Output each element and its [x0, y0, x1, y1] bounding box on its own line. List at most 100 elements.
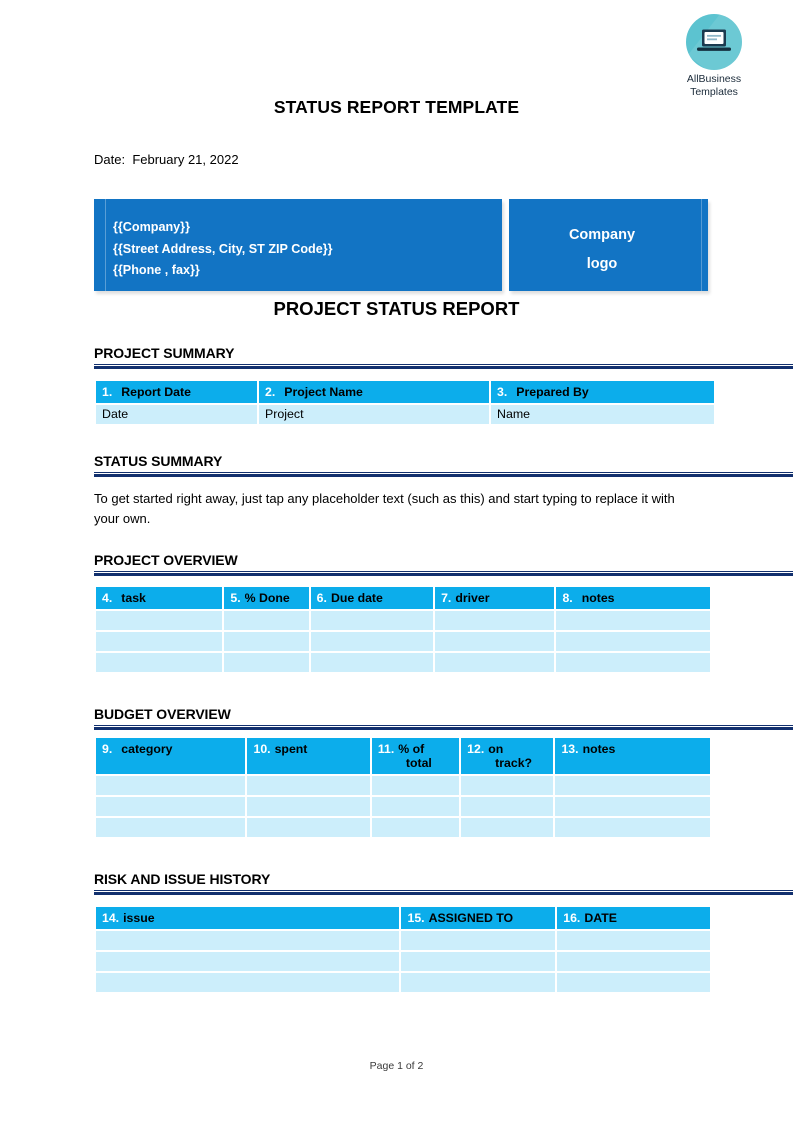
col-label-line2: total: [405, 756, 432, 770]
cell-percent-done[interactable]: [224, 632, 309, 651]
col-header-spent: 10. spent: [247, 738, 370, 774]
table-row: [96, 818, 710, 837]
section-title-project-summary: PROJECT SUMMARY: [94, 345, 235, 361]
cell-task[interactable]: [96, 653, 223, 672]
col-number: 3.: [497, 385, 508, 399]
cell-on-track[interactable]: [461, 776, 554, 795]
cell-notes[interactable]: [556, 653, 710, 672]
company-info-box[interactable]: {{Company}} {{Street Address, City, ST Z…: [94, 199, 502, 291]
col-number: 2.: [265, 385, 276, 399]
col-number: 11.: [377, 742, 395, 756]
project-summary-table: 1. Report Date 2. Project Name 3. Prepared …: [94, 379, 716, 426]
section-project-overview: PROJECT OVERVIEW: [94, 552, 793, 576]
table-row: [96, 797, 710, 816]
project-overview-table: 4. task 5.% Done 6. Due date 7. driver 8. no…: [94, 585, 712, 674]
cell-percent-of-total[interactable]: [371, 797, 460, 816]
col-number: 4.: [102, 591, 113, 605]
col-header-due-date: 6. Due date: [310, 587, 434, 609]
section-project-summary: PROJECT SUMMARY: [94, 345, 793, 369]
budget-overview-table: 9. category 10. spent 11.% of total 12. on tr…: [94, 736, 712, 839]
cell-due-date[interactable]: [310, 632, 434, 651]
col-label: driver: [455, 591, 490, 605]
cell-task[interactable]: [96, 632, 223, 651]
company-info-text: {{Company}} {{Street Address, City, ST Z…: [113, 217, 333, 282]
cell-date[interactable]: [557, 973, 710, 992]
cell-issue[interactable]: [96, 973, 400, 992]
col-number: 10.: [253, 742, 271, 756]
status-summary-text[interactable]: To get started right away, just tap any …: [94, 489, 702, 529]
col-label: % Done: [244, 591, 290, 605]
cell-due-date[interactable]: [310, 653, 434, 672]
col-header-assigned-to: 15. ASSIGNED TO: [401, 907, 556, 929]
cell-driver[interactable]: [435, 653, 555, 672]
cell-on-track[interactable]: [461, 818, 554, 837]
cell-spent[interactable]: [247, 776, 370, 795]
cell-date[interactable]: [557, 931, 710, 950]
col-number: 8.: [562, 591, 573, 605]
col-header-percent-of-total: 11.% of total: [371, 738, 460, 774]
cell-project-name[interactable]: Project: [259, 405, 489, 424]
company-logo-text: Company logo: [509, 221, 695, 279]
section-rule: [94, 571, 793, 576]
col-header-notes: 8. notes: [556, 587, 710, 609]
cell-on-track[interactable]: [461, 797, 554, 816]
date-value: February 21, 2022: [132, 152, 239, 167]
col-label: issue: [123, 911, 155, 925]
cell-issue[interactable]: [96, 952, 400, 971]
company-header-band: {{Company}} {{Street Address, City, ST Z…: [94, 199, 708, 291]
col-number: 1.: [102, 385, 113, 399]
cell-notes[interactable]: [556, 632, 710, 651]
col-header-on-track: 12. on track?: [461, 738, 554, 774]
cell-report-date[interactable]: Date: [96, 405, 257, 424]
cell-due-date[interactable]: [310, 611, 434, 630]
cell-percent-done[interactable]: [224, 611, 309, 630]
col-label: Prepared By: [516, 385, 589, 399]
cell-assigned-to[interactable]: [401, 952, 556, 971]
company-name-placeholder: {{Company}}: [113, 220, 190, 234]
col-label: DATE: [584, 911, 617, 925]
logo-box-accent: [701, 199, 702, 291]
cell-spent[interactable]: [247, 797, 370, 816]
section-risk-and-issue-history: RISK AND ISSUE HISTORY: [94, 871, 793, 895]
cell-assigned-to[interactable]: [401, 931, 556, 950]
cell-driver[interactable]: [435, 632, 555, 651]
company-logo-line1: Company: [568, 227, 636, 243]
table-row: [96, 952, 710, 971]
logo-circle: [686, 14, 742, 70]
col-header-task: 4. task: [96, 587, 223, 609]
cell-category[interactable]: [96, 818, 246, 837]
company-logo-box[interactable]: Company logo: [509, 199, 708, 291]
cell-category[interactable]: [96, 776, 246, 795]
cell-notes[interactable]: [555, 818, 710, 837]
cell-notes[interactable]: [555, 776, 710, 795]
col-number: 5.: [230, 591, 241, 605]
cell-date[interactable]: [557, 952, 710, 971]
col-label: ASSIGNED TO: [428, 911, 514, 925]
logo-text-line2: Templates: [690, 85, 738, 98]
section-rule: [94, 890, 793, 895]
cell-category[interactable]: [96, 797, 246, 816]
cell-task[interactable]: [96, 611, 223, 630]
cell-prepared-by[interactable]: Name: [491, 405, 714, 424]
cell-percent-of-total[interactable]: [371, 776, 460, 795]
col-label: Project Name: [284, 385, 363, 399]
logo-text-line1: AllBusiness: [686, 73, 742, 85]
report-heading: PROJECT STATUS REPORT: [273, 298, 520, 319]
cell-issue[interactable]: [96, 931, 400, 950]
cell-spent[interactable]: [247, 818, 370, 837]
cell-driver[interactable]: [435, 611, 555, 630]
cell-notes[interactable]: [556, 611, 710, 630]
col-header-notes: 13. notes: [555, 738, 710, 774]
col-header-prepared-by: 3. Prepared By: [491, 381, 714, 403]
cell-percent-done[interactable]: [224, 653, 309, 672]
page-title: STATUS REPORT TEMPLATE: [273, 97, 520, 117]
section-title-status-summary: STATUS SUMMARY: [94, 453, 223, 469]
allbusiness-templates-logo: AllBusiness Templates: [668, 14, 760, 98]
section-rule: [94, 725, 793, 730]
col-label: spent: [274, 742, 308, 756]
section-status-summary: STATUS SUMMARY: [94, 453, 793, 477]
col-label: on: [488, 742, 504, 756]
cell-percent-of-total[interactable]: [371, 818, 460, 837]
cell-assigned-to[interactable]: [401, 973, 556, 992]
cell-notes[interactable]: [555, 797, 710, 816]
